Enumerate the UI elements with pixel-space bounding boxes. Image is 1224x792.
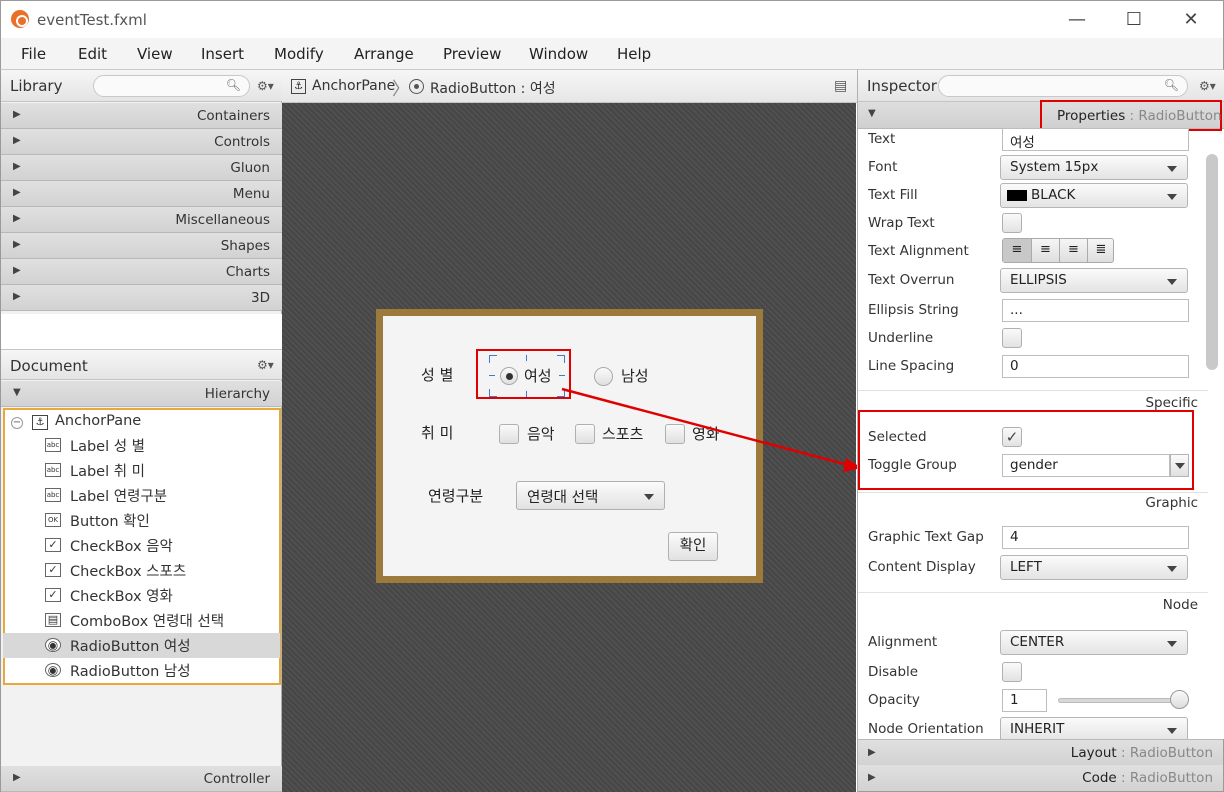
text-overrun-combo[interactable]: ELLIPSIS xyxy=(1000,268,1188,293)
prop-graphic-text-gap: Graphic Text Gap 4 xyxy=(858,524,1208,552)
properties-header-label: Properties : RadioButton xyxy=(1057,108,1222,124)
prop-text-overrun: Text Overrun ELLIPSIS xyxy=(858,267,1208,295)
content-display-combo[interactable]: LEFT xyxy=(1000,555,1188,580)
font-combo[interactable]: System 15px xyxy=(1000,155,1188,180)
prop-alignment: Alignment CENTER xyxy=(858,629,1208,657)
prop-opacity: Opacity 1 xyxy=(858,687,1208,715)
chevron-right-icon: ▶ xyxy=(868,747,876,758)
prop-toggle-group: Toggle Group gender xyxy=(858,452,1208,480)
align-left-icon[interactable]: ≡ xyxy=(1003,239,1031,262)
prop-text-fill: Text Fill BLACK xyxy=(858,182,1208,210)
prop-selected: Selected ✓ xyxy=(858,424,1208,452)
chevron-down-icon xyxy=(1175,463,1185,469)
text-fill-combo[interactable]: BLACK xyxy=(1000,183,1188,208)
inspector-header: Inspector 🔍︎ ⚙▾ xyxy=(858,70,1224,102)
prop-text: Text 여성 xyxy=(858,126,1208,154)
opacity-input[interactable]: 1 xyxy=(1002,689,1047,712)
opacity-slider-track[interactable] xyxy=(1058,698,1178,703)
disable-checkbox[interactable] xyxy=(1002,662,1022,682)
chevron-down-icon: ▼ xyxy=(868,108,876,119)
align-justify-icon[interactable]: ≣ xyxy=(1087,239,1114,262)
node-section-label: Node xyxy=(1162,597,1198,613)
inspector-title: Inspector xyxy=(867,77,937,95)
ellipsis-input[interactable]: ... xyxy=(1002,299,1189,322)
divider xyxy=(858,592,1208,593)
prop-line-spacing: Line Spacing 0 xyxy=(858,353,1208,381)
align-center-icon[interactable]: ≡ xyxy=(1031,239,1059,262)
toggle-group-dropdown[interactable] xyxy=(1170,454,1189,477)
graphic-gap-input[interactable]: 4 xyxy=(1002,526,1189,549)
opacity-slider-thumb[interactable] xyxy=(1170,690,1189,709)
alignment-toggle-group: ≡ ≡ ≡ ≣ xyxy=(1002,238,1114,263)
code-header-label: Code : RadioButton xyxy=(1082,770,1213,786)
layout-section-header[interactable]: ▶ Layout : RadioButton xyxy=(858,739,1223,766)
layout-header-label: Layout : RadioButton xyxy=(1070,745,1213,761)
line-spacing-input[interactable]: 0 xyxy=(1002,355,1189,378)
wrap-text-checkbox[interactable] xyxy=(1002,213,1022,233)
prop-disable: Disable xyxy=(858,659,1208,687)
underline-checkbox[interactable] xyxy=(1002,328,1022,348)
color-swatch xyxy=(1007,190,1027,201)
prop-wrap-text: Wrap Text xyxy=(858,210,1208,238)
graphic-section-label: Graphic xyxy=(858,492,1208,516)
code-section-header[interactable]: ▶ Code : RadioButton xyxy=(858,765,1223,792)
prop-content-display: Content Display LEFT xyxy=(858,554,1208,582)
chevron-right-icon: ▶ xyxy=(868,772,876,783)
prop-text-alignment: Text Alignment ≡ ≡ ≡ ≣ xyxy=(858,238,1208,266)
align-right-icon[interactable]: ≡ xyxy=(1059,239,1087,262)
inspector-search-input[interactable]: 🔍︎ xyxy=(938,75,1188,97)
prop-ellipsis-string: Ellipsis String... xyxy=(858,297,1208,325)
text-input[interactable]: 여성 xyxy=(1002,128,1189,151)
search-icon: 🔍︎ xyxy=(1163,78,1179,92)
gear-icon[interactable]: ⚙▾ xyxy=(1199,79,1216,93)
selected-checkbox[interactable]: ✓ xyxy=(1002,427,1022,447)
prop-font: Font System 15px xyxy=(858,154,1208,182)
alignment-combo[interactable]: CENTER xyxy=(1000,630,1188,655)
prop-underline: Underline xyxy=(858,325,1208,353)
toggle-group-input[interactable]: gender xyxy=(1002,454,1170,477)
